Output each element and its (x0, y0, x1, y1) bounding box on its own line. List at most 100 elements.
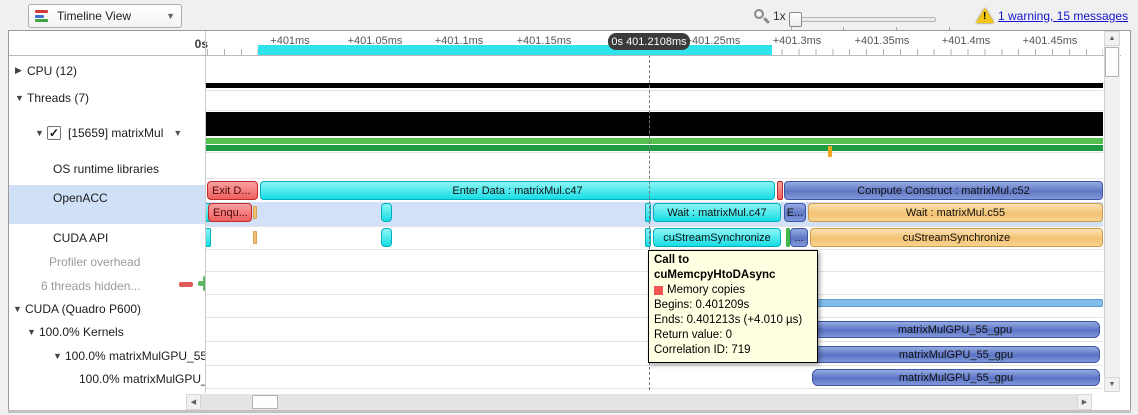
row-separator (206, 152, 1103, 153)
tooltip-return-value: Return value: 0 (654, 329, 732, 341)
openacc-wait-c47-bar[interactable]: Wait : matrixMul.c47 (653, 203, 781, 222)
tooltip-ends: Ends: 0.401213s (+4.010 µs) (654, 314, 803, 326)
scroll-right-icon[interactable]: ▶ (1077, 394, 1092, 410)
sidebar-item-cuda-api[interactable]: CUDA API (9, 227, 205, 248)
expand-arrow-icon[interactable]: ▼ (27, 327, 39, 337)
sidebar-item-kernel-leaf[interactable]: 100.0% matrixMulGPU_55_gp (9, 368, 205, 389)
row-separator (206, 178, 1103, 179)
ruler-tick-label: +401.35ms (854, 35, 910, 47)
sidebar-item-threads[interactable]: ▼ Threads (7) (9, 87, 205, 108)
timeline-layers-icon (35, 9, 50, 23)
panel-bottom-edge (8, 410, 1131, 413)
expand-arrow-icon[interactable]: ▼ (13, 304, 25, 314)
ruler-tick-label: +401.4ms (941, 35, 991, 47)
time-marker-badge[interactable]: 0s 401.2108ms (608, 33, 690, 50)
sidebar-divider (205, 31, 206, 393)
sidebar-item-cuda-device[interactable]: ▼ CUDA (Quadro P600) (9, 298, 205, 319)
cuda-api-small-bar[interactable] (381, 228, 392, 247)
show-thread-icon[interactable] (198, 276, 205, 291)
cuda-api-sliver-bar[interactable] (645, 228, 651, 247)
openacc-enter-data-bar[interactable]: Enter Data : matrixMul.c47 (260, 181, 775, 200)
event-tooltip: Call to cuMemcpyHtoDAsync Memory copies … (648, 250, 818, 363)
tooltip-category: Memory copies (667, 284, 745, 296)
cuda-api-event-tick[interactable] (253, 231, 257, 244)
scroll-down-icon[interactable]: ▼ (1104, 377, 1120, 392)
thread-checkbox[interactable]: ✓ (47, 125, 61, 140)
sidebar-item-label: CPU (12) (27, 63, 78, 78)
thread-state-running-band[interactable] (206, 138, 1103, 144)
kernel-bar[interactable]: matrixMulGPU_55_gpu (812, 346, 1100, 363)
openacc-wait-c55-bar[interactable]: Wait : matrixMul.c55 (808, 203, 1103, 222)
process-activity-band[interactable] (206, 112, 1103, 136)
ruler-selection-range[interactable] (258, 45, 772, 55)
chevron-down-icon[interactable]: ▼ (173, 128, 182, 138)
sidebar-item-label: Threads (7) (27, 90, 90, 105)
os-runtime-event-tick[interactable] (828, 146, 832, 157)
cuda-api-stream-sync-bar[interactable]: cuStreamSynchronize (653, 228, 781, 247)
view-mode-label: Timeline View (57, 9, 132, 23)
sidebar-item-label: [15659] matrixMul (68, 125, 164, 140)
vertical-scrollbar[interactable] (1104, 31, 1120, 392)
kernel-bar[interactable]: matrixMulGPU_55_gpu (810, 321, 1100, 338)
toolbar: Timeline View ▼ 1x ! 1 warning, 15 messa… (0, 0, 1138, 31)
view-mode-dropdown[interactable]: Timeline View ▼ (28, 4, 182, 28)
sidebar-item-openacc[interactable]: OpenACC (9, 187, 205, 208)
ruler-tick-label: +401.45ms (1022, 35, 1078, 47)
ruler-tick-label: +401.3ms (772, 35, 822, 47)
openacc-e-bar[interactable]: E... (784, 203, 806, 222)
zoom-slider-track[interactable] (789, 17, 936, 22)
tooltip-title: Call to cuMemcpyHtoDAsync (654, 254, 776, 281)
cuda-api-dots-bar[interactable]: ... (790, 228, 808, 247)
messages-link[interactable]: 1 warning, 15 messages (998, 9, 1128, 23)
collapse-arrow-icon[interactable]: ▶ (15, 65, 27, 76)
memcpy-band[interactable] (810, 299, 1103, 307)
nvvp-timeline-window: Timeline View ▼ 1x ! 1 warning, 15 messa… (0, 0, 1138, 415)
horizontal-scrollbar[interactable] (186, 394, 1092, 410)
magnifier-icon (754, 9, 771, 25)
sidebar-item-label: OS runtime libraries (53, 161, 160, 176)
cuda-api-stream-sync-bar-2[interactable]: cuStreamSynchronize (810, 228, 1103, 247)
openacc-event-tick[interactable] (253, 206, 257, 219)
warning-triangle-icon: ! (976, 8, 994, 23)
zoom-level-label: 1x (773, 9, 786, 23)
sidebar-item-matrixmul-thread[interactable]: ▼ ✓ [15659] matrixMul ▼ (9, 122, 205, 143)
sidebar-item-label: CUDA API (53, 230, 109, 245)
openacc-compute-construct-bar[interactable]: Compute Construct : matrixMul.c52 (784, 181, 1103, 200)
openacc-enqueue-bar[interactable]: Enqu... (208, 203, 252, 222)
thread-state-band[interactable] (206, 145, 1103, 151)
sidebar-item-kernel-group[interactable]: ▼ 100.0% matrixMulGPU_55_gpu (9, 345, 205, 366)
expand-arrow-icon[interactable]: ▼ (15, 93, 27, 103)
scroll-up-icon[interactable]: ▲ (1104, 31, 1120, 46)
expand-arrow-icon[interactable]: ▼ (35, 128, 47, 138)
ruler-divider (9, 55, 1121, 56)
sidebar-item-label: Profiler overhead (49, 254, 141, 269)
sidebar-item-kernels[interactable]: ▼ 100.0% Kernels (9, 321, 205, 342)
sidebar-item-cpu[interactable]: ▶ CPU (12) (9, 60, 205, 81)
row-separator (206, 226, 1103, 227)
memory-copies-swatch-icon (654, 286, 663, 295)
vertical-scrollbar-thumb[interactable] (1105, 47, 1119, 77)
sidebar-item-label: CUDA (Quadro P600) (25, 301, 142, 316)
cpu-activity-band[interactable] (206, 83, 1103, 88)
scroll-left-icon[interactable]: ◀ (186, 394, 201, 410)
openacc-exit-data-bar[interactable]: Exit D... (207, 181, 258, 200)
sidebar-item-profiler-overhead[interactable]: Profiler overhead (9, 251, 205, 272)
openacc-sliver-bar[interactable] (645, 203, 651, 222)
ruler-origin-label: 0s (194, 37, 208, 51)
expand-arrow-icon[interactable]: ▼ (53, 351, 65, 361)
row-separator (206, 90, 1103, 91)
sidebar-item-label: 100.0% Kernels (39, 324, 124, 339)
sidebar-item-os-runtime[interactable]: OS runtime libraries (9, 158, 205, 179)
row-separator (206, 388, 1103, 389)
openacc-small-bar[interactable] (381, 203, 392, 222)
sidebar-item-label: 6 threads hidden... (41, 278, 141, 293)
zoom-slider-thumb[interactable] (789, 12, 802, 27)
openacc-exit-sliver-bar[interactable] (777, 181, 783, 200)
sidebar-item-label: 100.0% matrixMulGPU_55_gp (79, 371, 205, 386)
hide-thread-icon[interactable] (179, 282, 193, 287)
sidebar-item-threads-hidden[interactable]: 6 threads hidden... (9, 275, 205, 296)
kernel-bar[interactable]: matrixMulGPU_55_gpu (812, 369, 1100, 386)
horizontal-scrollbar-thumb[interactable] (252, 395, 278, 409)
chevron-down-icon: ▼ (166, 11, 175, 21)
tooltip-correlation-id: Correlation ID: 719 (654, 344, 751, 356)
